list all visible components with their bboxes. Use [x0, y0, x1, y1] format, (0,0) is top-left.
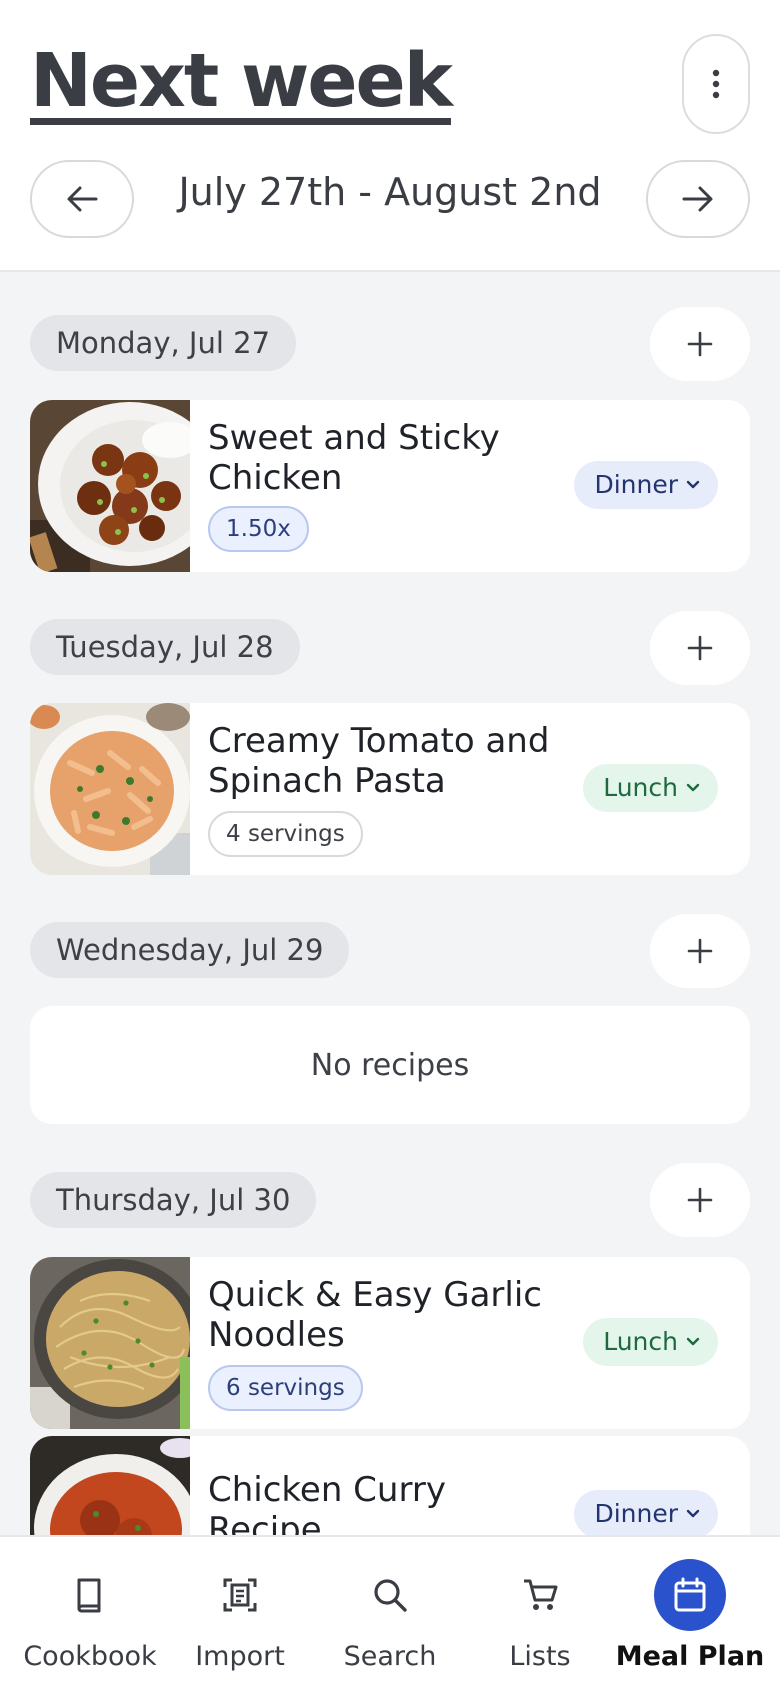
recipe-card[interactable]: Quick & Easy Garlic Noodles 6 servings L… [30, 1257, 750, 1429]
bottom-navigation: Cookbook Import Search Lists Meal Plan [0, 1535, 780, 1688]
serving-chip[interactable]: 6 servings [208, 1365, 363, 1411]
empty-day-text: No recipes [310, 1047, 470, 1083]
header: Next week July 27th - August 2nd [0, 0, 780, 272]
nav-lists[interactable]: Lists [462, 1537, 618, 1688]
more-options-button[interactable] [682, 34, 750, 134]
recipe-image-creamy-tomato-pasta [30, 703, 190, 875]
nav-label: Lists [509, 1641, 571, 1672]
day-label-wednesday: Wednesday, Jul 29 [30, 922, 350, 978]
add-recipe-button-monday[interactable] [650, 307, 750, 381]
nav-label: Search [343, 1641, 437, 1672]
recipe-title[interactable]: Sweet and Sticky Chicken [208, 418, 568, 498]
chevron-down-icon [686, 783, 700, 792]
meal-type-dropdown[interactable]: Lunch [583, 764, 718, 812]
empty-day-card: No recipes [30, 1006, 750, 1124]
meal-type-label: Lunch [603, 1327, 678, 1356]
nav-cookbook[interactable]: Cookbook [12, 1537, 168, 1688]
plus-icon [687, 331, 713, 357]
add-recipe-button-thursday[interactable] [650, 1163, 750, 1237]
day-label-tuesday: Tuesday, Jul 28 [30, 619, 300, 675]
nav-meal-plan[interactable]: Meal Plan [612, 1537, 768, 1688]
serving-chip[interactable]: 4 servings [208, 811, 363, 857]
nav-label: Cookbook [23, 1641, 157, 1672]
week-range: July 27th - August 2nd [178, 170, 602, 214]
nav-label: Import [195, 1641, 285, 1672]
meal-type-label: Dinner [594, 1499, 678, 1528]
recipe-card[interactable]: Sweet and Sticky Chicken 1.50x Dinner [30, 400, 750, 572]
recipe-title[interactable]: Creamy Tomato and Spinach Pasta [208, 721, 568, 801]
next-week-button[interactable] [646, 160, 750, 238]
arrow-right-icon [682, 186, 713, 212]
plus-icon [687, 635, 713, 661]
plus-icon [687, 1187, 713, 1213]
day-label-monday: Monday, Jul 27 [30, 315, 297, 371]
previous-week-button[interactable] [30, 160, 134, 238]
cart-icon [504, 1559, 576, 1631]
plus-icon [687, 938, 713, 964]
recipe-card[interactable]: Creamy Tomato and Spinach Pasta 4 servin… [30, 703, 750, 875]
book-icon [54, 1559, 126, 1631]
chevron-down-icon [686, 480, 700, 489]
recipe-image-garlic-noodles [30, 1257, 190, 1429]
meal-type-dropdown[interactable]: Dinner [574, 1490, 718, 1538]
page-title[interactable]: Next week [30, 38, 453, 124]
recipe-title[interactable]: Quick & Easy Garlic Noodles [208, 1275, 568, 1355]
nav-import[interactable]: Import [162, 1537, 318, 1688]
meal-type-dropdown[interactable]: Lunch [583, 1318, 718, 1366]
import-scan-icon [204, 1559, 276, 1631]
meal-type-dropdown[interactable]: Dinner [574, 461, 718, 509]
day-label-thursday: Thursday, Jul 30 [30, 1172, 317, 1228]
meal-type-label: Lunch [603, 773, 678, 802]
arrow-left-icon [67, 186, 98, 212]
chevron-down-icon [686, 1509, 700, 1518]
recipe-image-sweet-sticky-chicken [30, 400, 190, 572]
nav-label: Meal Plan [615, 1641, 765, 1672]
nav-search[interactable]: Search [312, 1537, 468, 1688]
add-recipe-button-wednesday[interactable] [650, 914, 750, 988]
add-recipe-button-tuesday[interactable] [650, 611, 750, 685]
more-vert-icon [712, 69, 720, 99]
calendar-icon [654, 1559, 726, 1631]
chevron-down-icon [686, 1337, 700, 1346]
search-icon [354, 1559, 426, 1631]
serving-chip[interactable]: 1.50x [208, 506, 309, 552]
meal-type-label: Dinner [594, 470, 678, 499]
